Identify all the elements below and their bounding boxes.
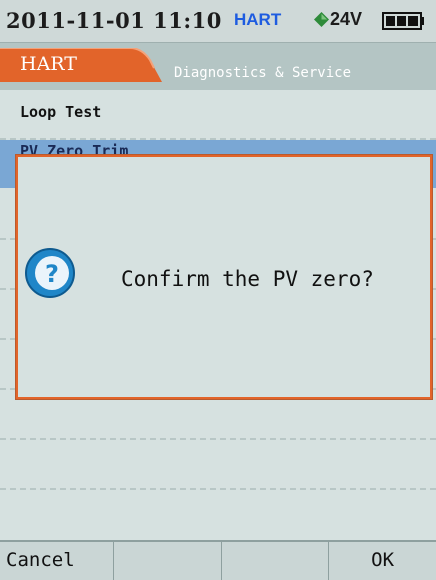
- question-icon: ?: [25, 248, 75, 298]
- svg-text:?: ?: [45, 260, 59, 288]
- softkey-3[interactable]: [221, 542, 330, 580]
- tab-hart-label: HART: [20, 53, 77, 75]
- dialog-message: Confirm the PV zero?: [121, 267, 374, 291]
- softkey-bar: Cancel OK: [0, 540, 436, 580]
- list-item: [0, 440, 436, 490]
- softkey-2[interactable]: [113, 542, 222, 580]
- cancel-button[interactable]: Cancel: [0, 542, 114, 580]
- list-item-label: Loop Test: [20, 103, 102, 121]
- battery-icon: [382, 12, 424, 30]
- datetime: 2011-11-01 11:10: [6, 8, 222, 33]
- protocol-label: HART: [234, 10, 282, 29]
- status-bar: 2011-11-01 11:10 HART 24V: [0, 0, 436, 42]
- confirm-dialog: ? Confirm the PV zero?: [16, 155, 432, 399]
- voltage-diamond-icon: [314, 12, 329, 27]
- ok-button[interactable]: OK: [329, 542, 436, 580]
- list-item-loop-test[interactable]: Loop Test: [0, 90, 436, 140]
- page-title: Diagnostics & Service: [174, 65, 352, 81]
- tab-hart[interactable]: HART: [0, 48, 162, 82]
- voltage-label: 24V: [330, 9, 363, 29]
